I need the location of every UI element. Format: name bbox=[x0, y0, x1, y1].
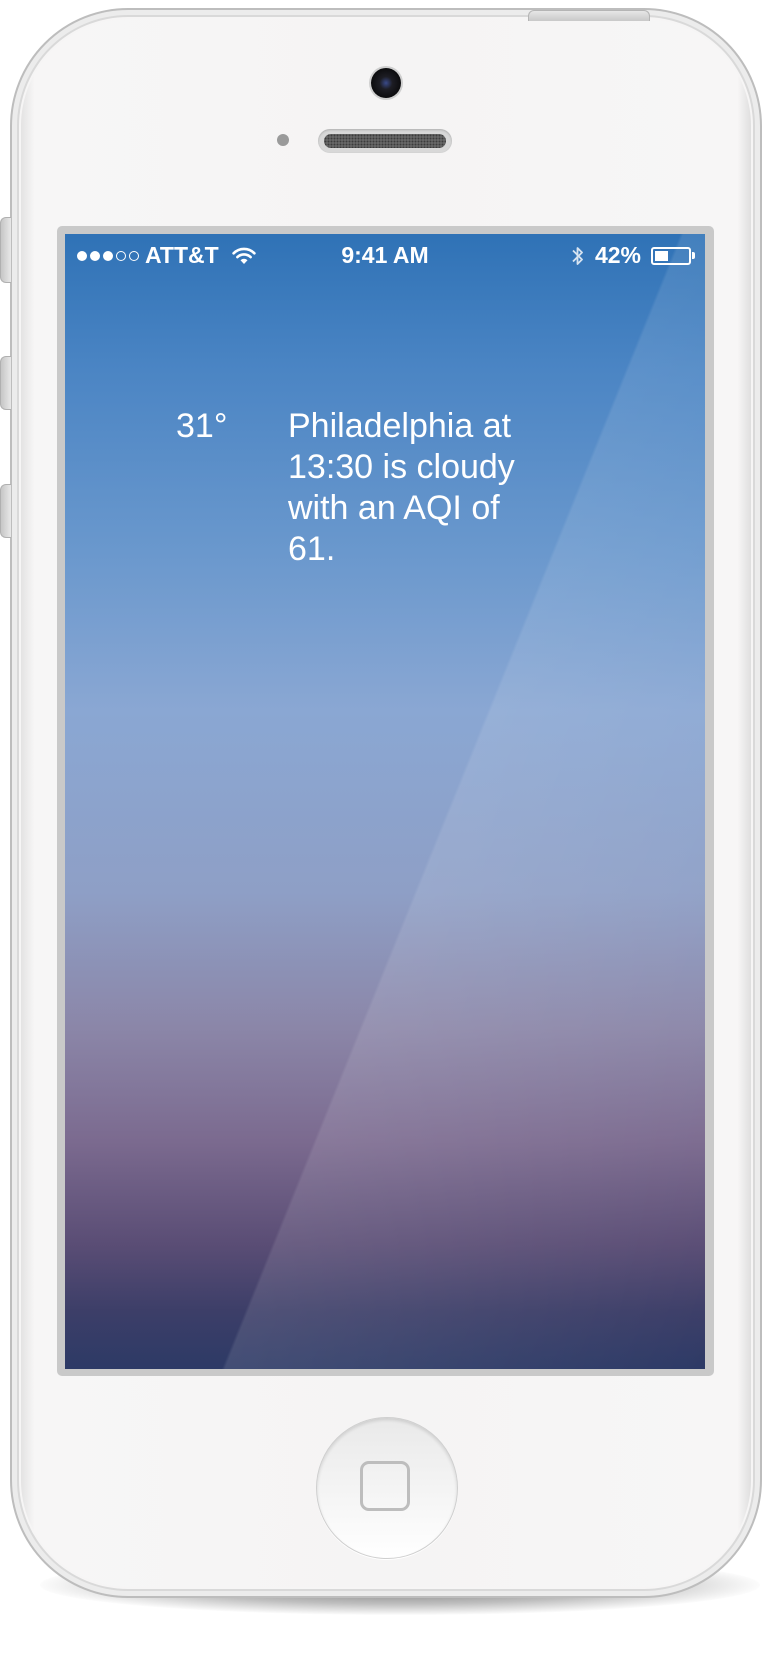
camera-icon bbox=[371, 68, 401, 98]
earpiece-speaker bbox=[318, 129, 452, 153]
home-button[interactable] bbox=[316, 1417, 458, 1559]
device-mockup: ATT&T 9:41 AM 42% 31° Philadelphia at 13… bbox=[0, 0, 765, 1656]
weather-summary: Philadelphia at 13:30 is cloudy with an … bbox=[288, 407, 515, 568]
mute-switch[interactable] bbox=[0, 217, 11, 283]
power-button[interactable] bbox=[528, 10, 650, 21]
home-button-icon bbox=[360, 1461, 410, 1511]
volume-up-button[interactable] bbox=[0, 356, 11, 410]
proximity-sensor bbox=[277, 134, 289, 146]
speaker-grill bbox=[324, 134, 446, 148]
weather-panel: 31° Philadelphia at 13:30 is cloudy with… bbox=[65, 234, 705, 1369]
temperature-label: 31° bbox=[176, 407, 228, 445]
screen: ATT&T 9:41 AM 42% 31° Philadelphia at 13… bbox=[65, 234, 705, 1369]
volume-down-button[interactable] bbox=[0, 484, 11, 538]
